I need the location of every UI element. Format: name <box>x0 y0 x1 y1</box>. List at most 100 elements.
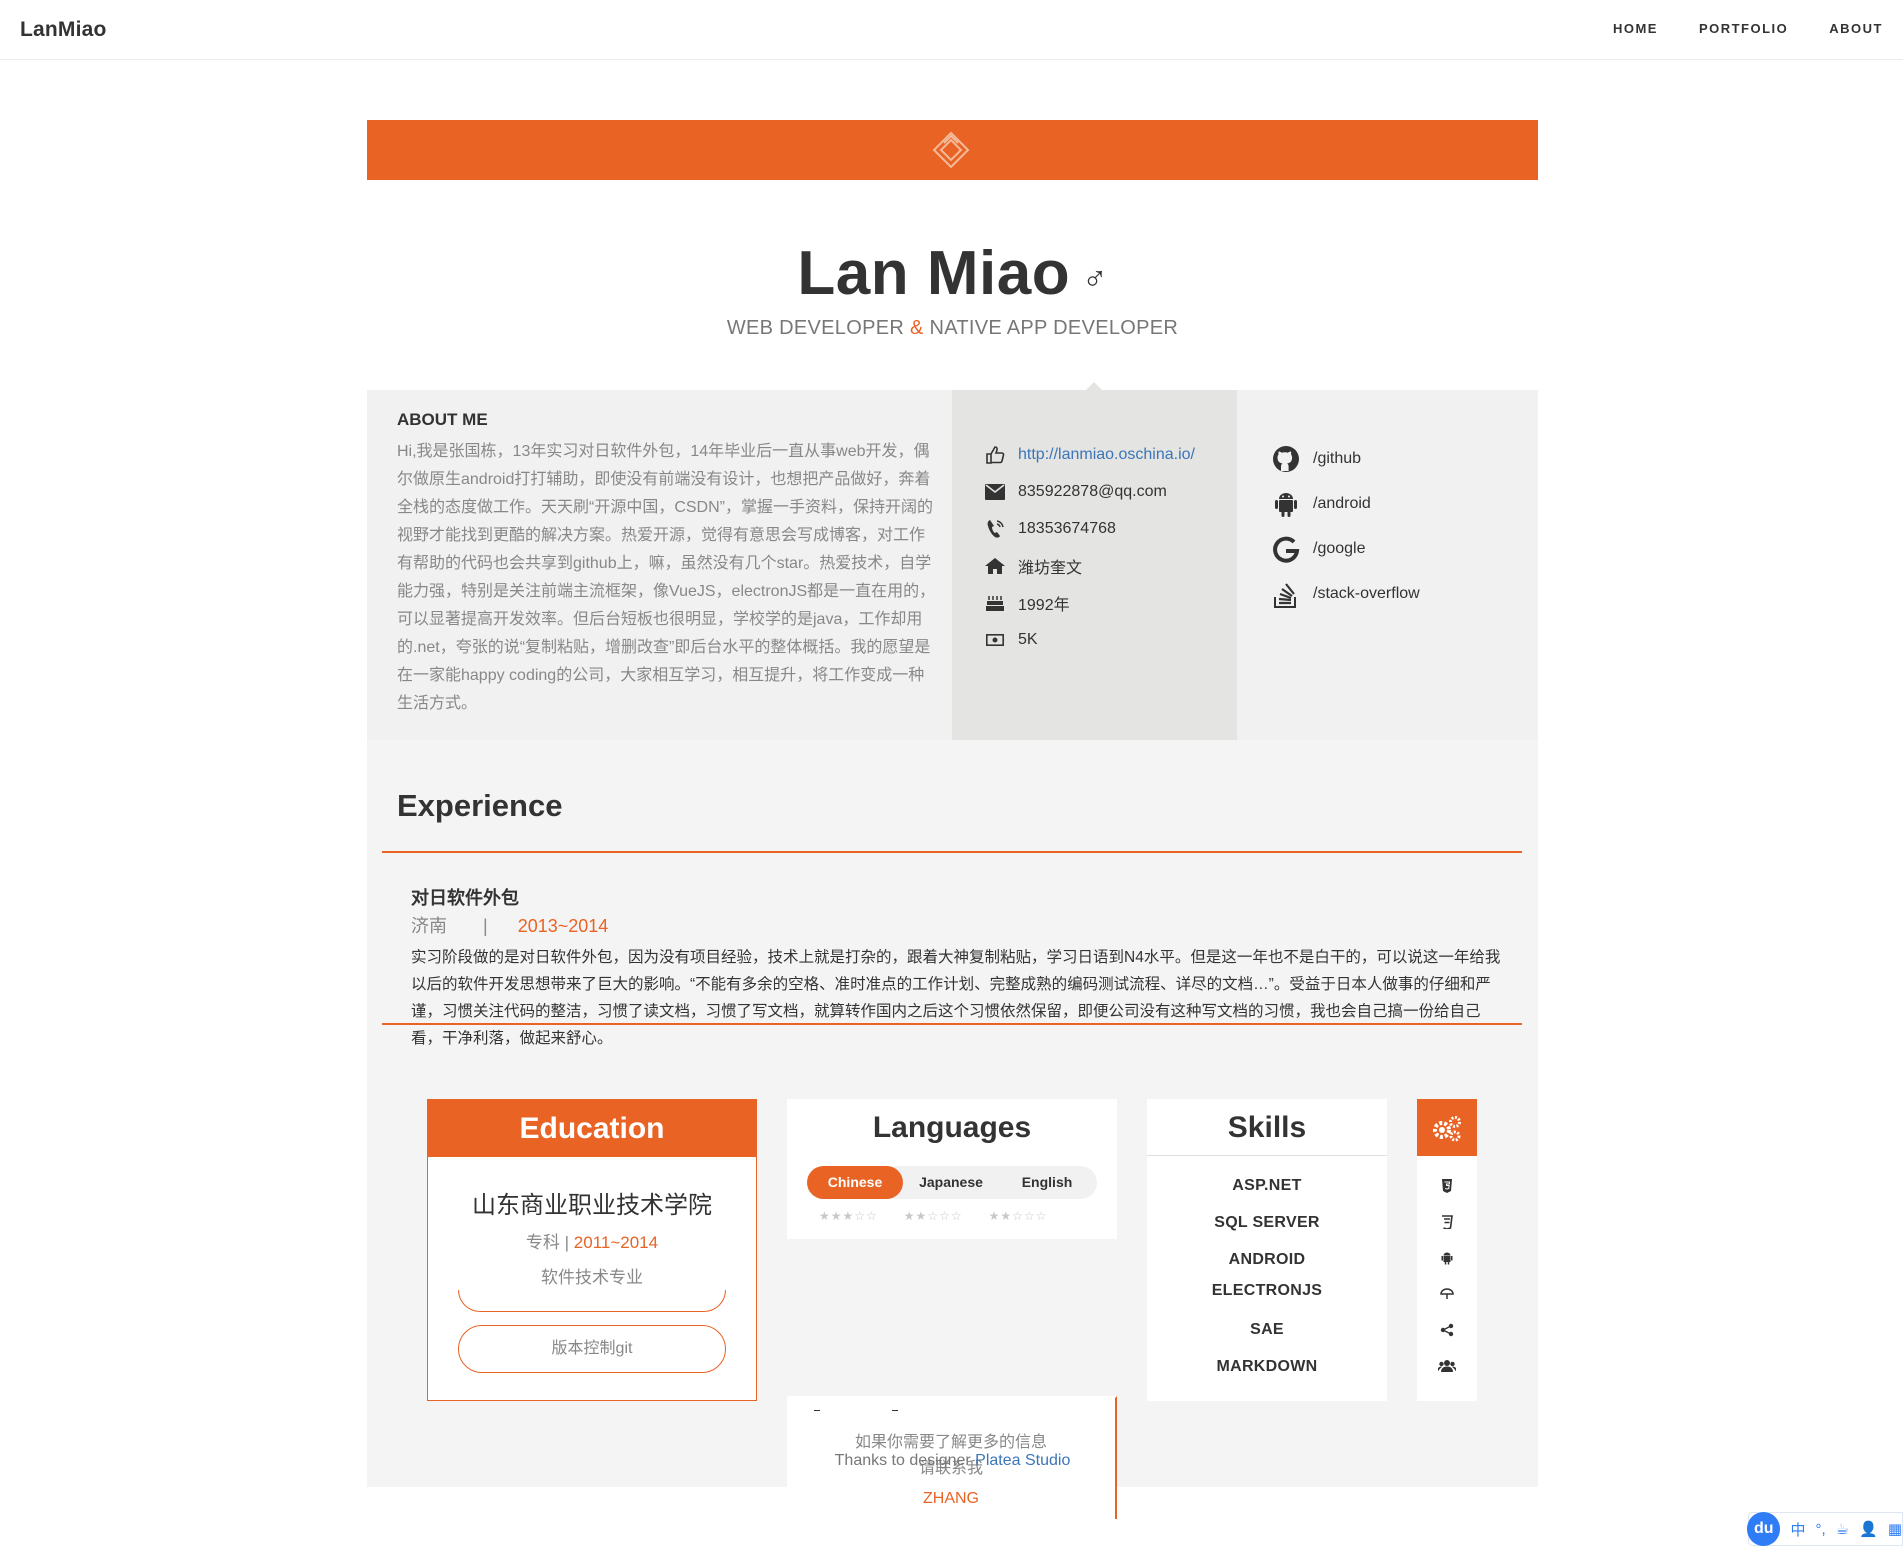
tab-chinese[interactable]: Chinese <box>807 1166 903 1199</box>
about-me-section: ABOUT ME Hi,我是张国栋，13年实习对日软件外包，14年毕业后一直从事… <box>367 390 952 740</box>
subtitle-role-native: NATIVE APP DEVELOPER <box>923 317 1179 339</box>
nav-home[interactable]: HOME <box>1613 21 1658 36</box>
baidu-du-icon[interactable]: du <box>1747 1512 1781 1546</box>
about-text: Hi,我是张国栋，13年实习对日软件外包，14年毕业后一直从事web开发，偶尔做… <box>397 443 936 712</box>
education-major: 软件技术专业 <box>541 1268 643 1287</box>
profile-name: Lan Miao <box>797 239 1071 308</box>
phone-text: 18353674768 <box>1018 519 1116 537</box>
rating-chinese: ★★★☆☆ <box>819 1209 878 1223</box>
skill-item: MARKDOWN <box>1216 1358 1318 1375</box>
users-icon <box>1417 1348 1477 1384</box>
android-icon <box>1417 1240 1477 1276</box>
envelope-icon <box>984 482 1006 502</box>
education-heading: Education <box>428 1100 756 1157</box>
home-icon <box>984 556 1006 576</box>
birthday-cake-icon <box>984 593 1006 613</box>
nav-portfolio[interactable]: PORTFOLIO <box>1699 21 1788 36</box>
footer-designer-link[interactable]: Platea Studio <box>975 1452 1070 1469</box>
tab-japanese[interactable]: Japanese <box>903 1166 999 1199</box>
subtitle-ampersand: & <box>909 317 924 339</box>
degree-text: 专科 <box>525 1233 560 1252</box>
skills-list: ASP.NET SQL SERVER ANDROID ELECTRONJS SA… <box>1147 1167 1387 1385</box>
tab-english[interactable]: English <box>999 1166 1095 1199</box>
experience-bottom-rule <box>382 1023 1522 1025</box>
social-stack-overflow[interactable]: /stack-overflow <box>1271 571 1538 616</box>
job-description: 实习阶段做的是对日软件外包，因为没有项目经验，技术上就是打杂的，跟着大神复制粘贴… <box>411 949 1501 1047</box>
education-card: Education 山东商业职业技术学院 专科 | 2011~2014 软件技术… <box>427 1099 757 1401</box>
google-link[interactable]: /google <box>1313 540 1366 558</box>
about-heading: ABOUT ME <box>397 410 488 429</box>
ime-skin-icon[interactable]: ☕ <box>1836 1520 1849 1538</box>
social-google[interactable]: /google <box>1271 526 1538 571</box>
degree-separator: | <box>559 1233 574 1252</box>
skill-item: ANDROID <box>1228 1251 1306 1268</box>
job-title: 对日软件外包 <box>411 888 519 908</box>
rating-japanese: ★★☆☆☆ <box>903 1209 963 1223</box>
contact-home: 潍坊奎文 <box>984 547 1237 584</box>
nav-about[interactable]: ABOUT <box>1829 21 1883 36</box>
language-ratings: ★★★☆☆ ★★☆☆☆ ★★☆☆☆ <box>819 1209 1047 1223</box>
stack-overflow-icon <box>1271 579 1301 609</box>
github-icon <box>1271 444 1301 474</box>
ime-punctuation-toggle[interactable]: °, <box>1816 1521 1826 1538</box>
skill-icons-card <box>1417 1099 1477 1401</box>
umbrella-icon <box>1417 1276 1477 1312</box>
footer-credit: Thanks to designer Platea Studio <box>367 1452 1538 1470</box>
footer-text: Thanks to designer <box>834 1452 976 1469</box>
html5-icon <box>1417 1168 1477 1204</box>
section-pointer <box>1086 382 1102 390</box>
diamond-logo-icon <box>932 131 970 169</box>
dash-mark <box>892 1410 898 1411</box>
rating-english: ★★☆☆☆ <box>988 1209 1048 1223</box>
skill-item: SAE <box>1250 1321 1284 1338</box>
stack-overflow-link[interactable]: /stack-overflow <box>1313 585 1420 603</box>
google-icon <box>1271 534 1301 564</box>
contact-section: http://lanmiao.oschina.io/ 835922878@qq.… <box>952 390 1237 740</box>
skill-item: ASP.NET <box>1232 1177 1302 1194</box>
skills-heading: Skills <box>1147 1099 1387 1156</box>
ime-user-icon[interactable]: 👤 <box>1859 1520 1878 1538</box>
education-degree: 专科 | 2011~2014 <box>428 1228 756 1253</box>
android-link[interactable]: /android <box>1313 495 1371 513</box>
thumbs-up-icon <box>984 445 1006 465</box>
android-icon <box>1271 489 1301 519</box>
main-nav: HOME PORTFOLIO ABOUT <box>1613 21 1883 36</box>
email-text: 835922878@qq.com <box>1018 482 1167 500</box>
experience-top-rule <box>382 851 1522 853</box>
languages-card: Languages Chinese Japanese English ★★★☆☆… <box>787 1099 1117 1239</box>
phone-icon <box>984 519 1006 539</box>
home-text: 潍坊奎文 <box>1018 559 1083 577</box>
share-icon <box>1417 1312 1477 1348</box>
social-section: /github /android /google /stack-overflow <box>1237 390 1538 740</box>
top-navbar: LanMiao HOME PORTFOLIO ABOUT <box>0 0 1903 60</box>
git-skill-pill[interactable]: 版本控制git <box>458 1325 726 1373</box>
contact-website: http://lanmiao.oschina.io/ <box>984 436 1237 473</box>
social-android[interactable]: /android <box>1271 481 1538 526</box>
contact-phone: 18353674768 <box>984 510 1237 547</box>
birth-text: 1992年 <box>1018 596 1070 614</box>
languages-heading: Languages <box>872 1111 1032 1144</box>
website-link[interactable]: http://lanmiao.oschina.io/ <box>1018 446 1195 464</box>
money-icon <box>984 630 1006 650</box>
education-years: 2011~2014 <box>573 1233 659 1252</box>
ime-chinese-toggle[interactable]: 中 <box>1790 1519 1805 1540</box>
github-link[interactable]: /github <box>1313 450 1361 468</box>
contact-note-name[interactable]: ZHANG <box>787 1490 1115 1508</box>
info-strip: ABOUT ME Hi,我是张国栋，13年实习对日软件外包，14年毕业后一直从事… <box>367 390 1538 740</box>
skill-icons-list <box>1417 1168 1477 1384</box>
contact-birth: 1992年 <box>984 584 1237 621</box>
ime-toolbar: du 中 °, ☕ 👤 ▦ <box>1747 1512 1903 1546</box>
brand-logo[interactable]: LanMiao <box>20 18 107 42</box>
social-github[interactable]: /github <box>1271 436 1538 481</box>
skill-item: ELECTRONJS <box>1211 1282 1323 1299</box>
profile-subtitle: WEB DEVELOPER & NATIVE APP DEVELOPER <box>367 317 1538 340</box>
job-meta: 济南 | 2013~2014 <box>411 912 608 938</box>
male-icon: ♂ <box>1082 260 1108 298</box>
ime-menu-icon[interactable]: ▦ <box>1888 1520 1902 1538</box>
salary-text: 5K <box>1018 630 1038 648</box>
resume-card: Lan Miao ♂ WEB DEVELOPER & NATIVE APP DEV… <box>367 120 1538 1519</box>
dash-mark <box>814 1410 820 1411</box>
skills-card: Skills ASP.NET SQL SERVER ANDROID ELECTR… <box>1147 1099 1387 1401</box>
education-school: 山东商业职业技术学院 <box>472 1192 712 1219</box>
contact-note-line1: 如果你需要了解更多的信息 <box>854 1434 1047 1451</box>
